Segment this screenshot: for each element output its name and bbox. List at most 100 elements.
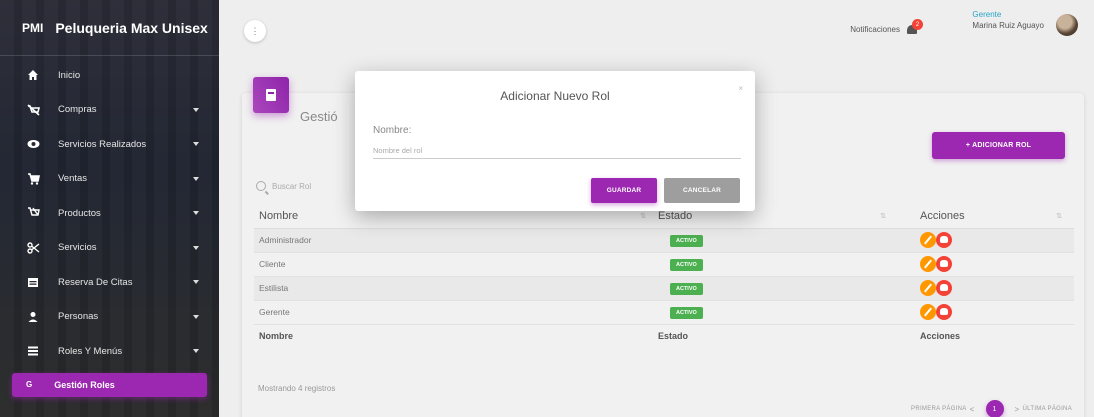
sidebar-item-label: Compras (58, 104, 97, 116)
notifications-button[interactable]: Notificaciones 2 (850, 19, 923, 36)
avatar[interactable] (1056, 14, 1078, 36)
clipboard-icon (253, 77, 289, 113)
notifications-label: Notificaciones (850, 24, 900, 34)
chevron-down-icon (193, 314, 199, 319)
role-name-label: Nombre: (373, 125, 412, 136)
sidebar-item-roles-y-menus[interactable]: Roles Y Menús (0, 334, 219, 369)
search-input[interactable]: Buscar Rol (256, 181, 311, 191)
sidebar-item-label: Inicio (58, 69, 81, 81)
sidebar-item-servicios[interactable]: Servicios (0, 231, 219, 266)
add-role-button[interactable]: + ADICIONAR ROL (932, 132, 1065, 159)
brand-mini: PMI (22, 20, 44, 35)
scissors-icon (26, 241, 40, 255)
next-page-button[interactable]: > (1015, 405, 1020, 414)
sidebar-item-gestion-roles[interactable]: G Gestión Roles (12, 372, 207, 397)
role-name: Administrador (254, 228, 658, 253)
search-icon (256, 181, 266, 191)
sidebar-item-servicios-realizados[interactable]: Servicios Realizados (0, 127, 219, 162)
sort-icon: ⇅ (880, 213, 886, 220)
role-name: Cliente (254, 252, 658, 277)
person-icon (26, 310, 40, 324)
user-name: Marina Ruiz Aguayo (972, 21, 1044, 30)
table-footer-row: Nombre Estado Acciones (254, 324, 1074, 348)
chevron-down-icon (193, 280, 199, 285)
sidebar-item-label: Personas (58, 311, 99, 323)
pagination: PRIMERA PÁGINA < 1 > ÚLTIMA PÁGINA (911, 400, 1072, 417)
brand-name: Peluqueria Max Unisex (55, 19, 208, 36)
notifications-badge: 2 (912, 19, 923, 30)
sidebar-item-label: Reserva De Citas (58, 276, 133, 288)
delete-button[interactable] (936, 256, 952, 272)
list-icon (26, 344, 40, 358)
brand[interactable]: PMI Peluqueria Max Unisex (0, 0, 219, 56)
delete-button[interactable] (936, 304, 952, 320)
footer-header-estado: Estado (658, 331, 689, 342)
cart-off-icon (26, 103, 40, 117)
chevron-down-icon (193, 211, 199, 216)
sidebar-item-mini: G (26, 380, 33, 389)
table-row: Cliente ACTIVO (254, 252, 1074, 277)
search-placeholder: Buscar Rol (272, 181, 312, 191)
sidebar-item-ventas[interactable]: Ventas (0, 162, 219, 197)
home-icon (26, 68, 40, 82)
column-header-acciones[interactable]: Acciones ⇅ (898, 205, 1074, 229)
sidebar-item-label: Ventas (58, 173, 88, 185)
sort-icon: ⇅ (640, 213, 646, 220)
edit-button[interactable] (920, 304, 936, 320)
cancel-button[interactable]: CANCELAR (664, 178, 740, 203)
roles-table: Nombre ⇅ Estado ⇅ Acciones ⇅ Administrador … (254, 205, 1074, 348)
last-page-link[interactable]: ÚLTIMA PÁGINA (1023, 406, 1072, 412)
first-page-link[interactable]: PRIMERA PÁGINA (911, 406, 967, 412)
sort-icon: ⇅ (1056, 213, 1062, 220)
sidebar-item-label: Servicios (58, 242, 97, 254)
sidebar-item-compras[interactable]: Compras (0, 93, 219, 128)
chevron-down-icon (193, 245, 199, 250)
delete-button[interactable] (936, 232, 952, 248)
status-badge: ACTIVO (670, 282, 703, 295)
edit-button[interactable] (920, 232, 936, 248)
chevron-down-icon (193, 142, 199, 147)
products-icon (26, 206, 40, 220)
role-name-input[interactable] (373, 143, 741, 159)
table-row: Estilista ACTIVO (254, 276, 1074, 301)
delete-button[interactable] (936, 280, 952, 296)
footer-header-nombre: Nombre (259, 331, 294, 342)
role-name: Gerente (254, 300, 658, 325)
prev-page-button[interactable]: < (970, 405, 975, 414)
status-badge: ACTIVO (670, 258, 703, 271)
sidebar-item-label: Servicios Realizados (58, 138, 147, 150)
user-role: Gerente (972, 10, 1002, 19)
modal-title: Adicionar Nuevo Rol (500, 89, 610, 103)
sidebar-item-label: Gestión Roles (54, 379, 115, 390)
edit-button[interactable] (920, 256, 936, 272)
page-title: Gestió (300, 109, 338, 124)
add-role-modal: Adicionar Nuevo Rol × Nombre: GUARDAR CA… (355, 71, 755, 211)
sidebar-item-label: Roles Y Menús (58, 345, 123, 357)
bell-icon: 2 (905, 19, 923, 36)
sidebar-nav: Inicio Compras Servicios Realizados Vent… (0, 56, 219, 397)
chevron-down-icon (193, 176, 199, 181)
sidebar-item-productos[interactable]: Productos (0, 196, 219, 231)
chevron-down-icon (193, 349, 199, 354)
role-name: Estilista (254, 276, 658, 301)
records-count: Mostrando 4 registros (258, 384, 336, 393)
sidebar-item-personas[interactable]: Personas (0, 300, 219, 335)
close-icon[interactable]: × (738, 84, 743, 93)
save-button[interactable]: GUARDAR (591, 178, 657, 203)
top-navbar: ⋮ Notificaciones 2 Gerente Marina Ruiz A… (219, 0, 1094, 56)
eye-icon (26, 137, 40, 151)
status-badge: ACTIVO (670, 234, 703, 247)
sidebar-item-label: Productos (58, 207, 101, 219)
sidebar-toggle-button[interactable]: ⋮ (244, 20, 266, 42)
status-badge: ACTIVO (670, 306, 703, 319)
page-1-button[interactable]: 1 (985, 400, 1004, 417)
edit-button[interactable] (920, 280, 936, 296)
sidebar: PMI Peluqueria Max Unisex Inicio Compras… (0, 0, 219, 417)
shopping-cart-icon (26, 172, 40, 186)
chevron-down-icon (193, 107, 199, 112)
user-menu[interactable]: Gerente Marina Ruiz Aguayo (972, 10, 1044, 30)
sidebar-item-reserva-de-citas[interactable]: Reserva De Citas (0, 265, 219, 300)
footer-header-acciones: Acciones (920, 331, 961, 342)
sidebar-item-inicio[interactable]: Inicio (0, 58, 219, 93)
calendar-icon (26, 275, 40, 289)
